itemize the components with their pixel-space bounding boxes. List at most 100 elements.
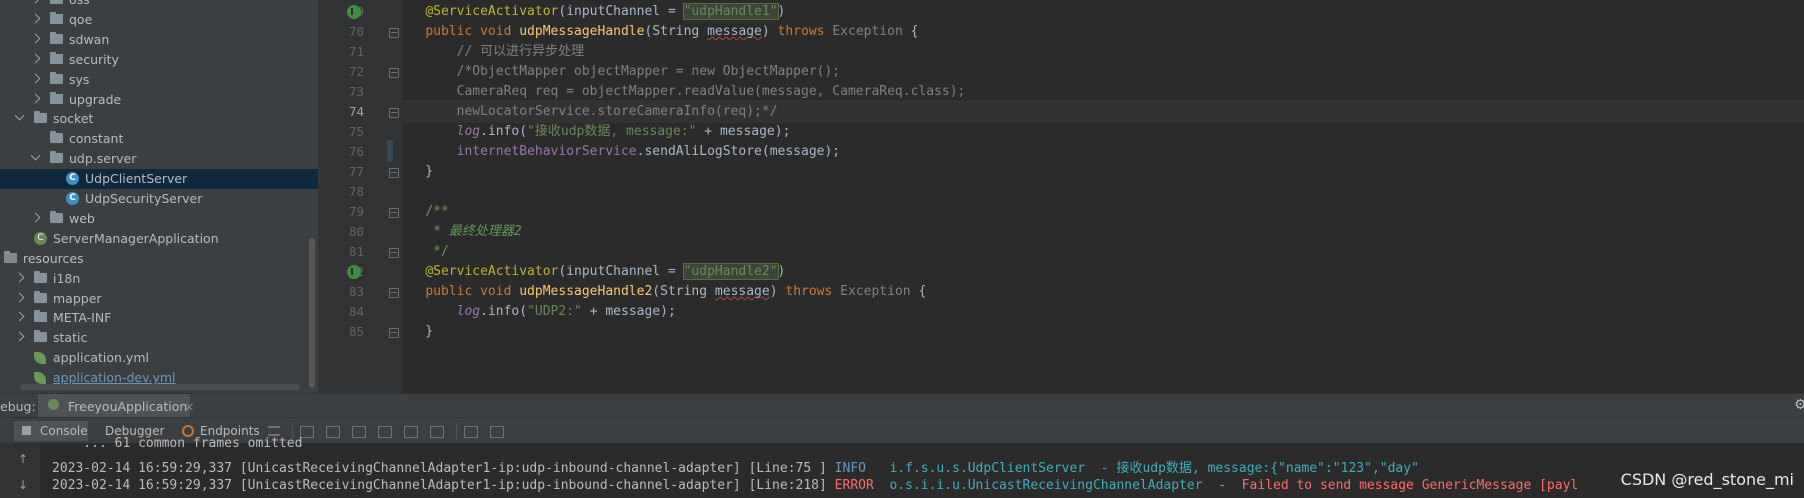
code-token: "接收udp数据, message:" bbox=[527, 124, 697, 139]
tree-item[interactable]: oss bbox=[0, 0, 318, 10]
chevron-right-icon[interactable] bbox=[30, 93, 41, 103]
console-output[interactable]: ↑ ↓ ... 61 common frames omitted 2023-02-… bbox=[0, 436, 1804, 498]
tree-horizontal-scrollbar[interactable] bbox=[20, 384, 300, 390]
code-token: (String bbox=[644, 24, 708, 39]
tree-item[interactable]: C UdpSecurityServer bbox=[0, 189, 318, 209]
step-out-icon[interactable] bbox=[378, 426, 392, 438]
console-line: ... 61 common frames omitted bbox=[52, 436, 302, 451]
drop-frame-icon[interactable] bbox=[430, 426, 444, 438]
chevron-right-icon[interactable] bbox=[30, 13, 41, 24]
code-token: .info( bbox=[480, 304, 528, 319]
chevron-down-icon[interactable] bbox=[14, 110, 25, 121]
tree-item[interactable]: security bbox=[0, 50, 318, 70]
line-number: 84 bbox=[348, 304, 364, 319]
tree-item[interactable]: mapper bbox=[0, 289, 318, 309]
tree-item[interactable]: socket bbox=[0, 109, 318, 129]
tree-item-label: oss bbox=[69, 0, 90, 7]
fold-icon[interactable] bbox=[389, 248, 399, 258]
tree-item[interactable]: C UdpClientServer bbox=[0, 169, 318, 190]
trace-icon[interactable] bbox=[490, 426, 504, 438]
code-token: .sendAliLogStore(message); bbox=[636, 144, 841, 159]
tree-item[interactable]: resources bbox=[0, 249, 318, 269]
chevron-right-icon[interactable] bbox=[30, 212, 41, 223]
tree-item[interactable]: udp.server bbox=[0, 149, 318, 169]
chevron-right-icon[interactable] bbox=[14, 292, 25, 302]
tree-item[interactable]: sdwan bbox=[0, 30, 318, 50]
folder-icon bbox=[50, 51, 63, 64]
tree-item[interactable]: qoe bbox=[0, 10, 318, 30]
fold-icon[interactable] bbox=[389, 28, 399, 38]
tree-item[interactable]: web bbox=[0, 209, 318, 229]
fold-icon[interactable] bbox=[389, 108, 399, 118]
fold-icon[interactable] bbox=[389, 288, 399, 298]
folder-icon bbox=[50, 11, 63, 24]
tree-item[interactable]: C ServerManagerApplication bbox=[0, 229, 318, 249]
menu-icon[interactable] bbox=[268, 426, 280, 436]
tree-item-label: sdwan bbox=[69, 31, 110, 47]
chevron-right-icon[interactable] bbox=[30, 33, 41, 44]
chevron-right-icon[interactable] bbox=[14, 272, 25, 283]
tree-item[interactable]: META-INF bbox=[0, 308, 318, 328]
chevron-right-icon[interactable] bbox=[30, 73, 41, 84]
spring-class-icon: C bbox=[34, 231, 47, 245]
console-token: o.s.i.i.u.UnicastReceivingChannelAdapter bbox=[873, 478, 1203, 493]
step-into-icon[interactable] bbox=[352, 426, 366, 438]
code-token: internetBehaviorService bbox=[456, 144, 637, 159]
code-token: (String bbox=[652, 284, 715, 299]
code-token: + message); bbox=[581, 304, 676, 319]
chevron-right-icon[interactable] bbox=[14, 311, 25, 322]
tree-item-label: ServerManagerApplication bbox=[53, 230, 219, 246]
change-marker bbox=[387, 140, 393, 162]
run-config-tab[interactable]: FreeyouApplication × bbox=[38, 394, 194, 418]
line-number: 79 bbox=[348, 204, 364, 219]
code-token: .info( bbox=[480, 124, 528, 139]
tree-item[interactable]: sys bbox=[0, 70, 318, 90]
code-token: /*ObjectMapper objectMapper = new Object… bbox=[456, 64, 841, 79]
fold-icon[interactable] bbox=[389, 168, 399, 178]
code-token: Exception bbox=[832, 24, 903, 39]
tree-item[interactable]: application.yml bbox=[0, 348, 318, 368]
chevron-right-icon[interactable] bbox=[14, 331, 25, 342]
code-token: newLocatorService.storeCameraInfo(req);*… bbox=[456, 104, 778, 119]
tree-item-label: upgrade bbox=[69, 91, 122, 107]
chevron-right-icon[interactable] bbox=[30, 53, 41, 64]
tree-vertical-scrollbar[interactable] bbox=[309, 238, 315, 388]
chevron-right-icon[interactable] bbox=[30, 0, 41, 4]
tree-item[interactable]: static bbox=[0, 328, 318, 348]
folder-icon bbox=[50, 131, 63, 144]
fold-icon[interactable] bbox=[389, 328, 399, 338]
tree-item[interactable]: upgrade bbox=[0, 90, 318, 110]
code-line[interactable]: } bbox=[402, 320, 1804, 343]
tree-item[interactable]: constant bbox=[0, 129, 318, 149]
spring-bean-icon[interactable] bbox=[347, 5, 361, 19]
tree-item[interactable]: i18n bbox=[0, 269, 318, 289]
code-token: ) bbox=[769, 284, 786, 299]
fold-icon[interactable] bbox=[389, 68, 399, 78]
tree-item-label: resources bbox=[23, 250, 84, 266]
step-over-icon[interactable] bbox=[326, 426, 340, 438]
scroll-down-icon[interactable]: ↓ bbox=[18, 478, 28, 492]
debug-tool-window-header: ebug: FreeyouApplication × ⚙ bbox=[0, 393, 1804, 418]
gear-icon[interactable]: ⚙ bbox=[1794, 397, 1804, 413]
evaluate-icon[interactable] bbox=[464, 426, 478, 438]
spring-bean-icon[interactable] bbox=[347, 265, 361, 279]
folder-icon bbox=[34, 310, 47, 323]
code-token: "UDP2:" bbox=[527, 304, 582, 319]
code-token: "udpHandle1" bbox=[682, 3, 779, 20]
chevron-down-icon[interactable] bbox=[30, 150, 41, 161]
folder-icon bbox=[50, 151, 63, 164]
console-token: ... 61 common frames omitted bbox=[52, 436, 303, 451]
close-tab-icon[interactable]: × bbox=[184, 399, 194, 414]
run-to-cursor-icon[interactable] bbox=[404, 426, 418, 438]
code-editor[interactable]: @ServiceActivator(inputChannel = "udpHan… bbox=[402, 0, 1804, 393]
fold-icon[interactable] bbox=[389, 208, 399, 218]
code-token: ) bbox=[777, 4, 786, 19]
scroll-up-icon[interactable]: ↑ bbox=[18, 452, 28, 466]
